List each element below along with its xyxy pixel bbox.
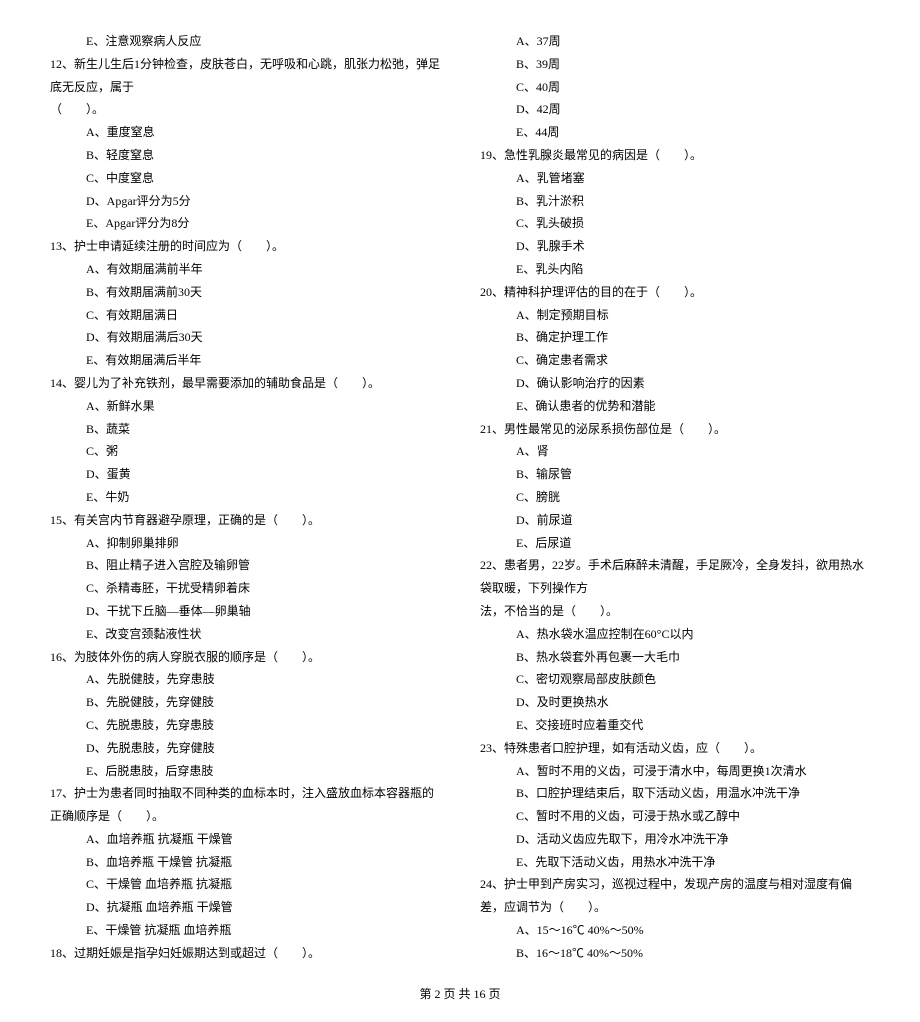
q16-option-a: A、先脱健肢，先穿患肢: [50, 668, 440, 691]
q23-option-e: E、先取下活动义齿，用热水冲洗干净: [480, 851, 870, 874]
q23-stem: 23、特殊患者口腔护理，如有活动义齿，应（ ）。: [480, 737, 870, 760]
q17-option-e: E、干燥管 抗凝瓶 血培养瓶: [50, 919, 440, 942]
q20-option-c: C、确定患者需求: [480, 349, 870, 372]
q13-option-c: C、有效期届满日: [50, 304, 440, 327]
q15-option-a: A、抑制卵巢排卵: [50, 532, 440, 555]
q22-stem-line1: 22、患者男，22岁。手术后麻醉未清醒，手足厥冷，全身发抖，欲用热水袋取暖，下列…: [480, 554, 870, 600]
q15-option-b: B、阻止精子进入宫腔及输卵管: [50, 554, 440, 577]
q24-option-b: B、16～18℃ 40%～50%: [480, 942, 870, 965]
q23-option-d: D、活动义齿应先取下，用冷水冲洗干净: [480, 828, 870, 851]
q24-stem: 24、护士甲到产房实习，巡视过程中，发现产房的温度与相对湿度有偏差，应调节为（ …: [480, 873, 870, 919]
q19-option-a: A、乳管堵塞: [480, 167, 870, 190]
q12-option-a: A、重度窒息: [50, 121, 440, 144]
q21-option-b: B、输尿管: [480, 463, 870, 486]
q14-stem: 14、婴儿为了补充铁剂，最早需要添加的辅助食品是（ ）。: [50, 372, 440, 395]
left-column: E、注意观察病人反应 12、新生儿生后1分钟检查，皮肤苍白，无呼吸和心跳，肌张力…: [50, 30, 440, 965]
page-footer: 第 2 页 共 16 页: [50, 985, 870, 1002]
q17-option-b: B、血培养瓶 干燥管 抗凝瓶: [50, 851, 440, 874]
q16-option-b: B、先脱健肢，先穿健肢: [50, 691, 440, 714]
q20-option-e: E、确认患者的优势和潜能: [480, 395, 870, 418]
q18-stem: 18、过期妊娠是指孕妇妊娠期达到或超过（ ）。: [50, 942, 440, 965]
q21-stem: 21、男性最常见的泌尿系损伤部位是（ ）。: [480, 418, 870, 441]
q11-option-e: E、注意观察病人反应: [50, 30, 440, 53]
q19-stem: 19、急性乳腺炎最常见的病因是（ ）。: [480, 144, 870, 167]
q14-option-a: A、新鲜水果: [50, 395, 440, 418]
q15-option-c: C、杀精毒胚，干扰受精卵着床: [50, 577, 440, 600]
q18-option-e: E、44周: [480, 121, 870, 144]
q14-option-b: B、蔬菜: [50, 418, 440, 441]
q23-option-a: A、暂时不用的义齿，可浸于清水中，每周更换1次清水: [480, 760, 870, 783]
q16-option-c: C、先脱患肢，先穿患肢: [50, 714, 440, 737]
q13-option-e: E、有效期届满后半年: [50, 349, 440, 372]
q22-option-e: E、交接班时应着重交代: [480, 714, 870, 737]
q22-option-d: D、及时更换热水: [480, 691, 870, 714]
q21-option-a: A、肾: [480, 440, 870, 463]
q13-stem: 13、护士申请延续注册的时间应为（ ）。: [50, 235, 440, 258]
q19-option-b: B、乳汁淤积: [480, 190, 870, 213]
q21-option-d: D、前尿道: [480, 509, 870, 532]
q12-option-e: E、Apgar评分为8分: [50, 212, 440, 235]
q24-option-a: A、15～16℃ 40%～50%: [480, 919, 870, 942]
q18-option-c: C、40周: [480, 76, 870, 99]
q12-stem-line2: （ ）。: [50, 98, 440, 121]
q21-option-c: C、膀胱: [480, 486, 870, 509]
q12-option-d: D、Apgar评分为5分: [50, 190, 440, 213]
q14-option-c: C、粥: [50, 440, 440, 463]
page-columns: E、注意观察病人反应 12、新生儿生后1分钟检查，皮肤苍白，无呼吸和心跳，肌张力…: [50, 30, 870, 965]
q15-option-e: E、改变宫颈黏液性状: [50, 623, 440, 646]
q12-option-c: C、中度窒息: [50, 167, 440, 190]
q16-stem: 16、为肢体外伤的病人穿脱衣服的顺序是（ ）。: [50, 646, 440, 669]
q17-option-a: A、血培养瓶 抗凝瓶 干燥管: [50, 828, 440, 851]
q21-option-e: E、后尿道: [480, 532, 870, 555]
q14-option-e: E、牛奶: [50, 486, 440, 509]
q22-option-a: A、热水袋水温应控制在60°C以内: [480, 623, 870, 646]
q19-option-e: E、乳头内陷: [480, 258, 870, 281]
q18-option-a: A、37周: [480, 30, 870, 53]
q22-option-c: C、密切观察局部皮肤颜色: [480, 668, 870, 691]
q16-option-e: E、后脱患肢，后穿患肢: [50, 760, 440, 783]
q14-option-d: D、蛋黄: [50, 463, 440, 486]
q15-option-d: D、干扰下丘脑—垂体—卵巢轴: [50, 600, 440, 623]
q15-stem: 15、有关宫内节育器避孕原理，正确的是（ ）。: [50, 509, 440, 532]
q22-stem-line2: 法，不恰当的是（ ）。: [480, 600, 870, 623]
q20-option-a: A、制定预期目标: [480, 304, 870, 327]
right-column: A、37周 B、39周 C、40周 D、42周 E、44周 19、急性乳腺炎最常…: [480, 30, 870, 965]
q13-option-d: D、有效期届满后30天: [50, 326, 440, 349]
q13-option-a: A、有效期届满前半年: [50, 258, 440, 281]
q23-option-b: B、口腔护理结束后，取下活动义齿，用温水冲洗干净: [480, 782, 870, 805]
q12-stem-line1: 12、新生儿生后1分钟检查，皮肤苍白，无呼吸和心跳，肌张力松弛，弹足底无反应，属…: [50, 53, 440, 99]
q12-option-b: B、轻度窒息: [50, 144, 440, 167]
q17-stem: 17、护士为患者同时抽取不同种类的血标本时，注入盛放血标本容器瓶的正确顺序是（ …: [50, 782, 440, 828]
q17-option-c: C、干燥管 血培养瓶 抗凝瓶: [50, 873, 440, 896]
q22-option-b: B、热水袋套外再包裹一大毛巾: [480, 646, 870, 669]
q16-option-d: D、先脱患肢，先穿健肢: [50, 737, 440, 760]
q20-option-b: B、确定护理工作: [480, 326, 870, 349]
q18-option-b: B、39周: [480, 53, 870, 76]
q17-option-d: D、抗凝瓶 血培养瓶 干燥管: [50, 896, 440, 919]
q20-stem: 20、精神科护理评估的目的在于（ ）。: [480, 281, 870, 304]
q13-option-b: B、有效期届满前30天: [50, 281, 440, 304]
q20-option-d: D、确认影响治疗的因素: [480, 372, 870, 395]
q18-option-d: D、42周: [480, 98, 870, 121]
q19-option-c: C、乳头破损: [480, 212, 870, 235]
q19-option-d: D、乳腺手术: [480, 235, 870, 258]
q23-option-c: C、暂时不用的义齿，可浸于热水或乙醇中: [480, 805, 870, 828]
